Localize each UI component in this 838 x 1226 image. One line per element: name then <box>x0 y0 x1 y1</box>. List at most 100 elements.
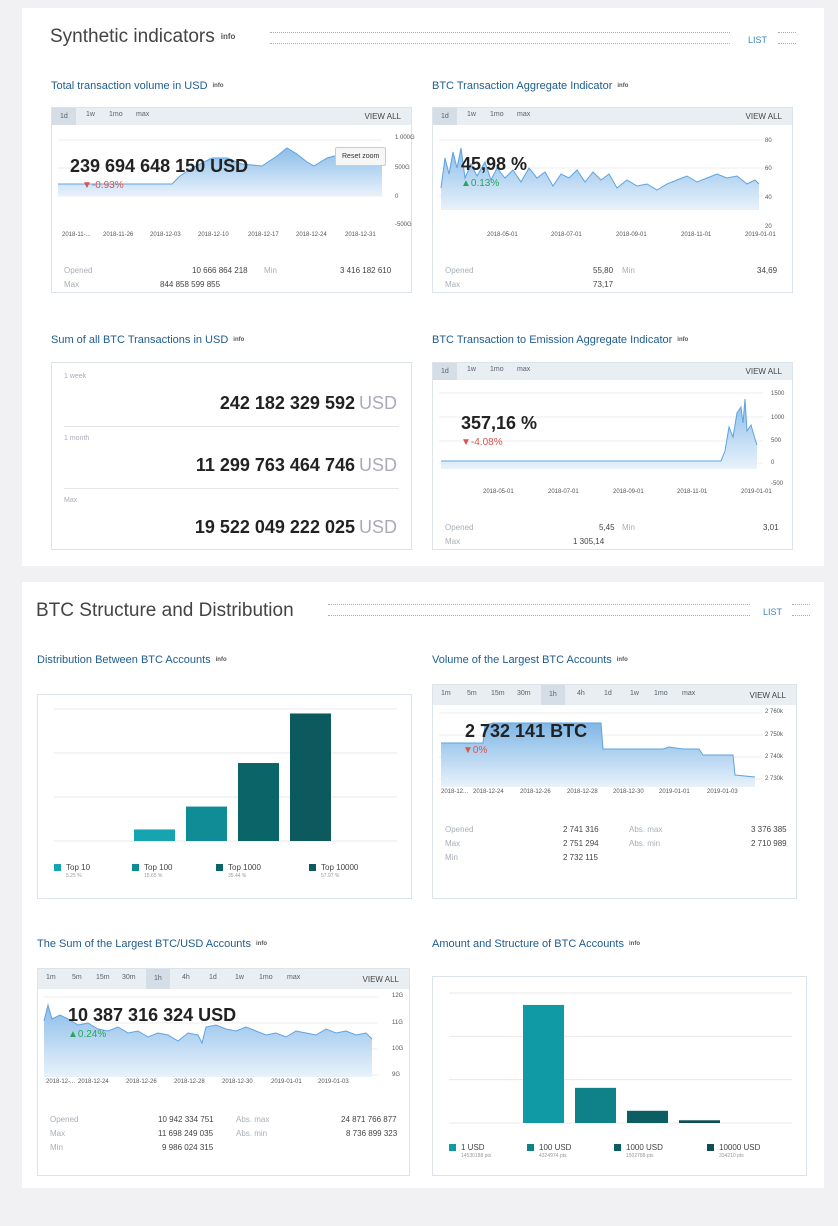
sum-value: 11 299 763 464 746 USD <box>195 455 397 475</box>
min-label: Min <box>264 266 277 275</box>
tab-1mo[interactable]: 1mo <box>654 690 668 697</box>
tab-1mo[interactable]: 1mo <box>259 974 273 981</box>
tab-1w[interactable]: 1w <box>467 111 476 118</box>
info-link[interactable]: info <box>256 941 267 947</box>
view-all-link[interactable]: VIEW ALL <box>365 112 401 121</box>
x-tick: 2018-12-30 <box>222 1079 253 1085</box>
tab-1w[interactable]: 1w <box>86 111 95 118</box>
info-link[interactable]: info <box>617 83 628 89</box>
tab-15m[interactable]: 15m <box>491 690 505 697</box>
bar-top-10[interactable] <box>134 829 175 841</box>
bar-1000-usd[interactable] <box>627 1110 668 1123</box>
info-link[interactable]: info <box>221 32 236 41</box>
sum-row-max: Max 19 522 049 222 025 USD <box>64 491 399 551</box>
x-tick: 2018-12-24 <box>78 1079 109 1085</box>
tab-1h[interactable]: 1h <box>541 685 565 705</box>
tab-1w[interactable]: 1w <box>630 690 639 697</box>
bar-top-1000[interactable] <box>238 763 279 841</box>
x-tick: 2018-12-24 <box>296 232 327 238</box>
legend-item[interactable]: Top 100 15.65 % <box>132 863 172 879</box>
view-all-link[interactable]: VIEW ALL <box>746 112 782 121</box>
tab-max[interactable]: max <box>287 974 300 981</box>
legend-swatch <box>527 1144 534 1152</box>
tab-1d[interactable]: 1d <box>209 974 217 981</box>
legend-item[interactable]: 100 USD 4324974 pts <box>527 1143 571 1159</box>
current-value: 45,98 % <box>461 154 528 174</box>
range-tabs: 1m 5m 15m 30m 1h 4h 1d 1w 1mo max VIEW A… <box>433 685 796 705</box>
bar-10000-usd[interactable] <box>679 1120 720 1123</box>
reset-zoom-button[interactable]: Reset zoom <box>335 147 387 166</box>
max-value: 2 751 294 <box>563 839 599 848</box>
amount-chart[interactable] <box>443 977 798 1127</box>
list-link[interactable]: LIST <box>763 607 782 617</box>
tab-1mo[interactable]: 1mo <box>109 111 123 118</box>
tx-volume-card: 1d 1w 1mo max VIEW ALL 239 694 648 150 U… <box>51 107 415 293</box>
bar-top-10000[interactable] <box>290 713 331 841</box>
view-all-link[interactable]: VIEW ALL <box>746 367 782 376</box>
info-link[interactable]: info <box>233 337 244 343</box>
tab-1d[interactable]: 1d <box>52 108 76 125</box>
tab-max[interactable]: max <box>517 366 530 373</box>
change-badge: ▲0.24% <box>68 1029 107 1040</box>
distribution-chart[interactable] <box>48 695 403 845</box>
legend-item[interactable]: 1000 USD 1502788 pts <box>614 1143 663 1159</box>
tab-1m[interactable]: 1m <box>46 974 56 981</box>
legend-item[interactable]: Top 10 5.25 % <box>54 863 90 879</box>
info-link[interactable]: info <box>216 657 227 663</box>
bar-100-usd[interactable] <box>575 1087 616 1123</box>
tab-1mo[interactable]: 1mo <box>490 366 504 373</box>
x-tick: 2018-12-30 <box>613 789 644 795</box>
info-link[interactable]: info <box>629 941 640 947</box>
sum-all-card: 1 week 242 182 329 592 USD 1 month 11 299… <box>51 362 412 550</box>
tab-1d[interactable]: 1d <box>433 363 457 380</box>
y-tick: -500G <box>395 222 412 228</box>
section-divider <box>270 32 730 44</box>
y-tick: 500G <box>395 165 410 171</box>
tab-5m[interactable]: 5m <box>467 690 477 697</box>
tab-max[interactable]: max <box>517 111 530 118</box>
tab-5m[interactable]: 5m <box>72 974 82 981</box>
aggregate-chart[interactable] <box>433 128 763 223</box>
bar-top-100[interactable] <box>186 806 227 841</box>
x-tick: 2019-01-01 <box>745 232 776 238</box>
tab-30m[interactable]: 30m <box>517 690 531 697</box>
tab-1w[interactable]: 1w <box>467 366 476 373</box>
tab-1m[interactable]: 1m <box>441 690 451 697</box>
view-all-link[interactable]: VIEW ALL <box>750 691 786 700</box>
largest-card: 1m 5m 15m 30m 1h 4h 1d 1w 1mo max VIEW A… <box>432 684 797 899</box>
legend-item[interactable]: Top 10000 57.97 % <box>309 863 358 879</box>
tx-volume-title: Total transaction volume in USD info <box>51 80 224 92</box>
tab-1d[interactable]: 1d <box>433 108 457 125</box>
info-link[interactable]: info <box>617 657 628 663</box>
info-link[interactable]: info <box>213 83 224 89</box>
max-value: 73,17 <box>593 280 614 289</box>
x-tick: 2018-11-01 <box>677 489 708 495</box>
legend-swatch <box>614 1144 621 1152</box>
current-value: 239 694 648 150 USD <box>70 156 249 176</box>
y-tick: 2 730k <box>765 776 784 782</box>
tab-1mo[interactable]: 1mo <box>490 111 504 118</box>
y-tick: 2 760k <box>765 709 784 715</box>
amount-card: 1 USD 14530188 pts 100 USD 4324974 pts 100… <box>432 976 807 1176</box>
tab-4h[interactable]: 4h <box>577 690 585 697</box>
legend-item[interactable]: 10000 USD 334210 pts <box>707 1143 760 1159</box>
x-tick: 2019-01-03 <box>707 789 738 795</box>
info-link[interactable]: info <box>677 337 688 343</box>
tab-max[interactable]: max <box>136 111 149 118</box>
tab-15m[interactable]: 15m <box>96 974 110 981</box>
tab-max[interactable]: max <box>682 690 695 697</box>
section-title: BTC Structure and Distribution <box>36 600 294 621</box>
bar-1-usd[interactable] <box>523 1004 564 1123</box>
view-all-link[interactable]: VIEW ALL <box>363 975 399 984</box>
tab-1h[interactable]: 1h <box>146 969 170 989</box>
tab-30m[interactable]: 30m <box>122 974 136 981</box>
legend-item[interactable]: Top 1000 35.44 % <box>216 863 261 879</box>
abs-max-value: 3 376 385 <box>751 825 787 834</box>
list-link[interactable]: LIST <box>748 35 767 45</box>
opened-label: Opened <box>445 523 474 532</box>
tab-1d[interactable]: 1d <box>604 690 612 697</box>
tab-4h[interactable]: 4h <box>182 974 190 981</box>
opened-value: 5,45 <box>599 523 615 532</box>
legend-item[interactable]: 1 USD 14530188 pts <box>449 1143 491 1159</box>
tab-1w[interactable]: 1w <box>235 974 244 981</box>
